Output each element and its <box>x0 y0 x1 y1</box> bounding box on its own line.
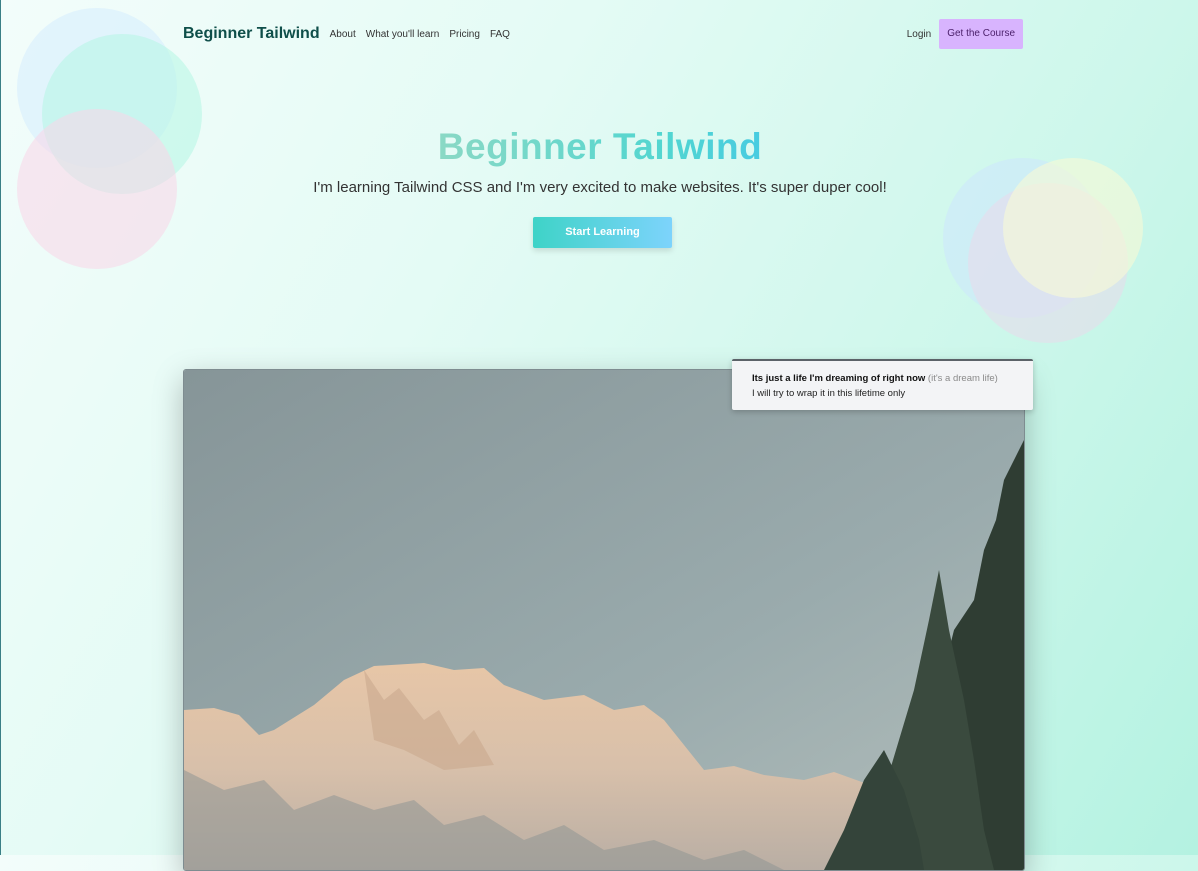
nav-link-faq[interactable]: FAQ <box>490 29 510 40</box>
brand-logo[interactable]: Beginner Tailwind <box>183 25 320 43</box>
nav-actions: Login Get the Course <box>907 19 1023 49</box>
nav-link-what-youll-learn[interactable]: What you'll learn <box>366 29 440 40</box>
hero-title: Beginner Tailwind <box>1 126 1198 168</box>
tooltip-card: Its just a life I'm dreaming of right no… <box>732 359 1033 410</box>
nav-link-pricing[interactable]: Pricing <box>449 29 480 40</box>
hero-mountain-image <box>183 369 1025 871</box>
nav-link-about[interactable]: About <box>330 29 356 40</box>
hero-subtitle: I'm learning Tailwind CSS and I'm very e… <box>313 179 887 196</box>
tooltip-heading: Its just a life I'm dreaming of right no… <box>752 373 1033 384</box>
start-learning-button[interactable]: Start Learning <box>533 217 672 248</box>
tooltip-body: I will try to wrap it in this lifetime o… <box>752 388 906 399</box>
get-course-button[interactable]: Get the Course <box>939 19 1023 49</box>
tooltip-title: Its just a life I'm dreaming of right no… <box>752 373 926 384</box>
login-link[interactable]: Login <box>907 29 931 40</box>
top-navbar: Beginner Tailwind About What you'll lear… <box>183 19 1023 49</box>
mountain-landscape-illustration <box>184 370 1024 870</box>
tooltip-note: (it's a dream life) <box>927 373 998 384</box>
